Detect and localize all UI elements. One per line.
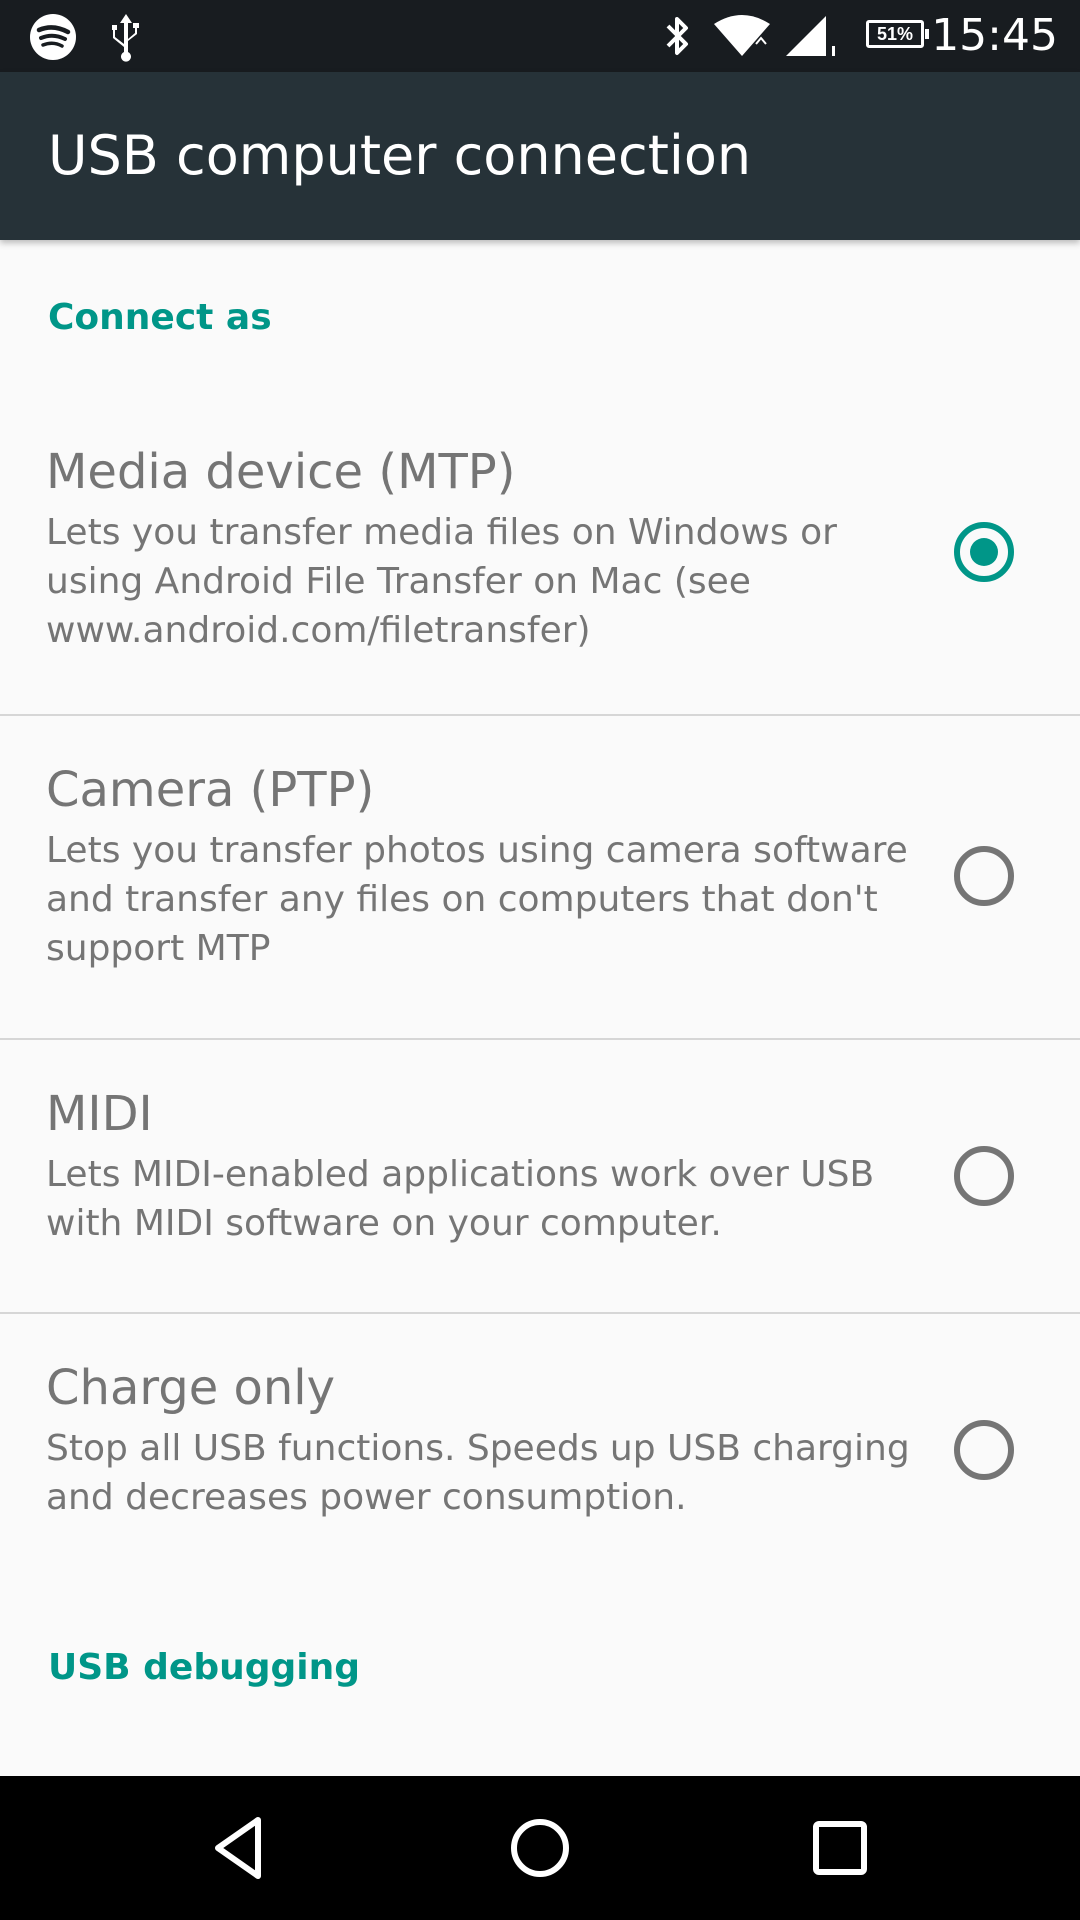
app-bar: USB computer connection — [0, 72, 1080, 240]
spotify-icon — [28, 12, 78, 66]
wifi-icon — [712, 14, 772, 62]
radio-charge-only[interactable] — [954, 1420, 1014, 1480]
recents-icon[interactable] — [800, 1808, 880, 1888]
screen: 51% 15:45 USB computer connection Connec… — [0, 0, 1080, 1920]
bluetooth-icon — [660, 14, 694, 62]
option-title: Charge only — [46, 1360, 336, 1416]
option-mtp[interactable]: Media device (MTP) Lets you transfer med… — [0, 430, 1080, 656]
battery-icon: 51% — [866, 20, 929, 48]
option-title: Media device (MTP) — [46, 444, 516, 500]
settings-list: Connect as Media device (MTP) Lets you t… — [0, 240, 1080, 1776]
option-charge-only[interactable]: Charge only Stop all USB functions. Spee… — [0, 1314, 1080, 1564]
option-summary: Lets MIDI-enabled applications work over… — [46, 1154, 875, 1244]
navigation-bar — [0, 1776, 1080, 1920]
option-title: Camera (PTP) — [46, 762, 375, 818]
radio-ptp[interactable] — [954, 846, 1014, 906]
option-summary: Lets you transfer photos using camera so… — [46, 830, 908, 969]
option-ptp[interactable]: Camera (PTP) Lets you transfer photos us… — [0, 716, 1080, 1040]
option-summary: Lets you transfer media files on Windows… — [46, 512, 837, 651]
option-midi[interactable]: MIDI Lets MIDI-enabled applications work… — [0, 1040, 1080, 1314]
cell-signal-icon — [784, 14, 840, 62]
option-summary: Stop all USB functions. Speeds up USB ch… — [46, 1428, 910, 1518]
section-header-connect-as: Connect as — [48, 297, 272, 338]
status-clock: 15:45 — [931, 10, 1058, 61]
radio-midi[interactable] — [954, 1146, 1014, 1206]
page-title: USB computer connection — [48, 124, 752, 187]
option-title: MIDI — [46, 1086, 153, 1142]
radio-mtp[interactable] — [954, 522, 1014, 582]
radio-dot — [970, 538, 998, 566]
usb-icon — [106, 10, 146, 66]
back-icon[interactable] — [200, 1808, 280, 1888]
section-header-usb-debugging: USB debugging — [48, 1647, 360, 1688]
home-icon[interactable] — [500, 1808, 580, 1888]
status-bar: 51% 15:45 — [0, 0, 1080, 72]
